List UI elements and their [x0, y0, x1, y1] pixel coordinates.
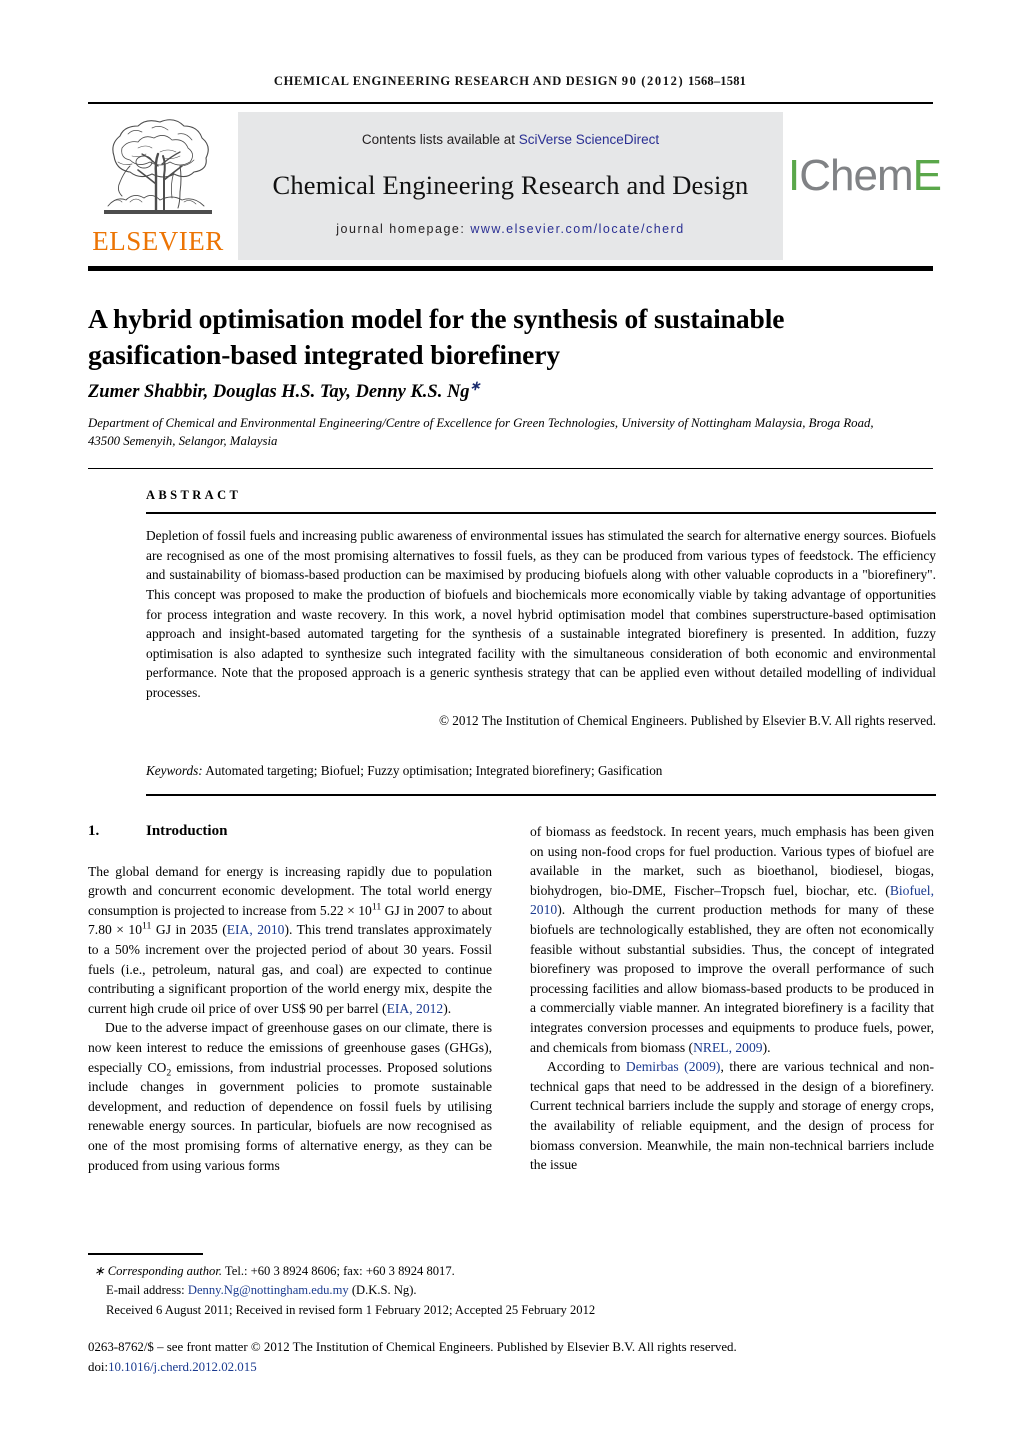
footnote-block: ∗ Corresponding author. Tel.: +60 3 8924…: [88, 1262, 933, 1320]
exponent: 11: [142, 920, 152, 932]
sciverse-sciencedirect-link[interactable]: SciVerse ScienceDirect: [519, 132, 659, 147]
abstract-heading: ABSTRACT: [146, 488, 242, 502]
abstract-divider: [146, 512, 936, 515]
contents-list-line: Contents lists available at SciVerse Sci…: [238, 132, 783, 147]
affiliation: Department of Chemical and Environmental…: [88, 416, 874, 448]
body-column-right: of biomass as feedstock. In recent years…: [530, 822, 934, 1175]
paragraph: According to Demirbas (2009), there are …: [530, 1057, 934, 1175]
section-title: Introduction: [146, 823, 228, 839]
running-head-volume: 90: [621, 74, 638, 88]
running-head-journal: CHEMICAL ENGINEERING RESEARCH AND DESIGN: [273, 74, 618, 88]
masthead-bottom-rule: [88, 266, 933, 271]
doi-link[interactable]: 10.1016/j.cherd.2012.02.015: [108, 1360, 257, 1374]
keywords-label: Keywords:: [146, 763, 203, 778]
corresponding-author-marker: ∗: [469, 378, 481, 393]
section-number: 1.: [88, 823, 100, 839]
citation-link[interactable]: EIA, 2012: [387, 1001, 444, 1016]
email-link[interactable]: Denny.Ng@nottingham.edu.my: [188, 1283, 349, 1297]
article-title: A hybrid optimisation model for the synt…: [88, 303, 785, 371]
corresponding-contact: Tel.: +60 3 8924 8606; fax: +60 3 8924 8…: [222, 1264, 455, 1278]
icheme-letter-i: I: [788, 151, 800, 200]
paragraph: of biomass as feedstock. In recent years…: [530, 822, 934, 1057]
text-run: ). Although the current production metho…: [530, 902, 934, 1055]
elsevier-wordmark: ELSEVIER: [92, 226, 224, 256]
text-run: , there are various technical and non-te…: [530, 1059, 934, 1173]
homepage-prefix: journal homepage:: [336, 222, 471, 236]
abstract-copyright: © 2012 The Institution of Chemical Engin…: [438, 713, 936, 729]
author-names: Zumer Shabbir, Douglas H.S. Tay, Denny K…: [88, 382, 470, 403]
icheme-letters-chem: Chem: [799, 151, 913, 200]
citation-link[interactable]: NREL, 2009: [693, 1040, 762, 1055]
text-run: emissions, from industrial processes. Pr…: [88, 1059, 492, 1173]
abstract-text: Depletion of fossil fuels and increasing…: [146, 528, 936, 700]
running-head-year: (2012): [641, 74, 685, 88]
submission-dates: Received 6 August 2011; Received in revi…: [106, 1302, 596, 1317]
icheme-letter-e: E: [912, 151, 942, 200]
imprint-block: 0263-8762/$ – see front matter © 2012 Th…: [88, 1338, 933, 1377]
journal-masthead: ELSEVIER Contents lists available at Sci…: [88, 112, 942, 260]
author-list: Zumer Shabbir, Douglas H.S. Tay, Denny K…: [88, 378, 888, 403]
paragraph: The global demand for energy is increasi…: [88, 862, 492, 1019]
journal-homepage-line: journal homepage: www.elsevier.com/locat…: [238, 222, 783, 236]
text-run: ).: [762, 1039, 771, 1055]
abstract-section: ABSTRACT Depletion of fossil fuels and i…: [146, 488, 936, 729]
elsevier-tree-icon: [94, 114, 222, 226]
abstract-bottom-rule: [146, 794, 936, 797]
citation-link[interactable]: Demirbas (2009): [626, 1059, 721, 1074]
journal-article-page: CHEMICAL ENGINEERING RESEARCH AND DESIGN…: [0, 0, 1020, 1432]
journal-title: Chemical Engineering Research and Design: [272, 170, 749, 200]
elsevier-logo: ELSEVIER: [88, 114, 228, 260]
email-label: E-mail address:: [106, 1283, 185, 1298]
running-head-pages: 1568–1581: [688, 74, 747, 88]
body-column-left: 1. Introduction The global demand for ene…: [88, 822, 492, 1175]
doi-line: doi:10.1016/j.cherd.2012.02.015: [88, 1358, 933, 1378]
footnote-divider: [88, 1253, 203, 1255]
email-note: E-mail address: Denny.Ng@nottingham.edu.…: [88, 1281, 933, 1300]
email-owner: (D.K.S. Ng).: [351, 1283, 417, 1298]
header-divider: [88, 102, 933, 104]
section-heading-introduction: 1. Introduction: [88, 822, 492, 842]
corresponding-star: ∗: [94, 1264, 105, 1278]
doi-label: doi:: [88, 1359, 109, 1374]
title-bottom-rule: [88, 468, 933, 470]
journal-homepage-link[interactable]: www.elsevier.com/locate/cherd: [470, 222, 684, 236]
issn-copyright-line: 0263-8762/$ – see front matter © 2012 Th…: [88, 1340, 737, 1354]
keywords-value: Automated targeting; Biofuel; Fuzzy opti…: [205, 763, 663, 778]
text-run: ).: [443, 1000, 452, 1016]
running-head: CHEMICAL ENGINEERING RESEARCH AND DESIGN…: [0, 74, 1020, 89]
contents-prefix: Contents lists available at: [361, 132, 519, 147]
icheme-logo: IChemE: [788, 151, 942, 200]
paragraph: Due to the adverse impact of greenhouse …: [88, 1018, 492, 1175]
keywords-line: Keywords: Automated targeting; Biofuel; …: [146, 763, 936, 779]
exponent: 11: [371, 901, 382, 913]
corresponding-author-note: ∗ Corresponding author. Tel.: +60 3 8924…: [88, 1262, 933, 1281]
text-run: of biomass as feedstock. In recent years…: [530, 824, 934, 898]
corresponding-label: Corresponding author.: [107, 1264, 223, 1278]
text-run: GJ in 2035 (: [151, 922, 227, 938]
citation-link[interactable]: EIA, 2010: [227, 922, 285, 937]
text-run: According to: [547, 1059, 626, 1075]
